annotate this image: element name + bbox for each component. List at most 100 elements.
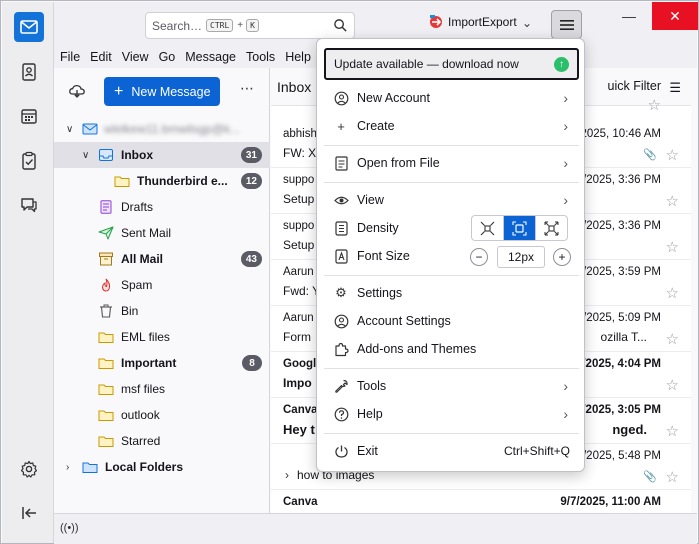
menu-help[interactable]: Help <box>285 50 311 64</box>
font-size-value[interactable]: 12px <box>497 246 545 268</box>
font-size-decrease-button[interactable]: − <box>470 248 488 266</box>
folder-bin[interactable]: Bin <box>54 298 270 324</box>
folder-thunderbird[interactable]: Thunderbird e... 12 <box>54 168 270 194</box>
menu-tools[interactable]: Tools › <box>317 372 586 400</box>
star-icon[interactable]: ☆ <box>666 330 679 348</box>
spam-icon <box>101 278 111 292</box>
key-plus: + <box>237 20 244 31</box>
tasks-space-button[interactable] <box>14 146 44 176</box>
folder-drafts[interactable]: Drafts <box>54 194 270 220</box>
gear-icon <box>20 460 38 478</box>
star-icon[interactable]: ☆ <box>666 146 679 164</box>
menu-edit[interactable]: Edit <box>90 50 112 64</box>
account-name: wlelkew11.bmwilsgp@k... <box>104 122 241 136</box>
importexport-icon <box>430 15 442 28</box>
get-messages-icon[interactable] <box>68 82 86 100</box>
folder-outlook[interactable]: outlook <box>54 402 270 428</box>
quick-filter-button[interactable]: uick Filter <box>608 79 661 93</box>
star-icon[interactable]: ☆ <box>666 192 679 210</box>
list-options-icon[interactable]: ☰ <box>669 80 681 96</box>
font-size-increase-button[interactable]: + <box>553 248 571 266</box>
menu-open-from-file[interactable]: Open from File › <box>317 149 586 177</box>
tasks-icon <box>22 151 36 170</box>
star-icon[interactable]: ☆ <box>666 376 679 394</box>
close-button[interactable]: ✕ <box>652 2 698 30</box>
new-account-icon <box>333 90 349 106</box>
menu-addons-themes[interactable]: Add-ons and Themes <box>317 335 586 363</box>
menu-file[interactable]: File <box>60 50 80 64</box>
chevron-right-icon: › <box>563 155 568 171</box>
menu-tools[interactable]: Tools <box>246 50 275 64</box>
new-message-button[interactable]: + New Message <box>104 77 220 106</box>
folder-label: Bin <box>121 304 139 318</box>
message-date: /2025, 3:36 PM <box>583 220 661 232</box>
star-icon[interactable]: ☆ <box>648 96 661 114</box>
density-compact-button[interactable] <box>472 216 504 240</box>
chevron-down-icon[interactable]: ∨ <box>82 150 94 161</box>
chat-space-button[interactable] <box>14 190 44 220</box>
app-menu-button[interactable] <box>551 10 582 39</box>
menu-message[interactable]: Message <box>185 50 236 64</box>
folder-starred[interactable]: Starred <box>54 428 270 454</box>
message-date: 5/2025, 5:48 PM <box>576 450 661 462</box>
menu-view[interactable]: View › <box>317 186 586 214</box>
message-sender: Aarun <box>283 312 314 324</box>
star-icon[interactable]: ☆ <box>666 284 679 302</box>
star-icon[interactable]: ☆ <box>666 238 679 256</box>
mail-space-button[interactable] <box>14 12 44 42</box>
folder-pane-header: + New Message ⋯ <box>54 68 270 112</box>
density-touch-icon <box>544 221 559 235</box>
message-date: /2025, 4:04 PM <box>582 358 661 370</box>
search-input[interactable]: Search… CTRL + K <box>145 12 355 39</box>
menu-help[interactable]: Help › <box>317 400 586 428</box>
folder-msf-files[interactable]: msf files <box>54 376 270 402</box>
density-normal-button[interactable] <box>504 216 536 240</box>
address-book-space-button[interactable] <box>14 57 44 87</box>
search-icon <box>334 19 347 32</box>
menu-label: Add-ons and Themes <box>357 342 477 356</box>
address-book-icon <box>22 63 36 81</box>
folder-important[interactable]: Important 8 <box>54 350 270 376</box>
menu-view[interactable]: View <box>122 50 149 64</box>
folder-spam[interactable]: Spam <box>54 272 270 298</box>
more-options-icon[interactable]: ⋯ <box>240 80 255 97</box>
chevron-right-icon[interactable]: › <box>285 468 297 482</box>
hamburger-icon <box>559 19 574 30</box>
unread-badge: 8 <box>242 355 262 371</box>
menu-label: Open from File <box>357 156 440 170</box>
account-row[interactable]: ∨ wlelkew11.bmwilsgp@k... <box>54 116 270 142</box>
chevron-down-icon[interactable]: ⌄ <box>522 16 532 30</box>
chevron-right-icon[interactable]: › <box>66 462 78 473</box>
sent-icon <box>98 226 114 240</box>
connection-status-icon[interactable]: ((•)) <box>60 522 79 534</box>
menu-settings[interactable]: ⚙ Settings <box>317 279 586 307</box>
calendar-space-button[interactable] <box>14 101 44 131</box>
collapse-left-icon <box>22 507 36 519</box>
mail-icon <box>20 20 38 34</box>
density-touch-button[interactable] <box>536 216 567 240</box>
star-icon[interactable]: ☆ <box>666 468 679 486</box>
collapse-spaces-button[interactable] <box>14 498 44 528</box>
menu-label: Account Settings <box>357 314 451 328</box>
update-arrow-icon: ↑ <box>554 57 569 72</box>
chevron-down-icon[interactable]: ∨ <box>66 124 78 135</box>
folder-inbox[interactable]: ∨ Inbox 31 <box>54 142 270 168</box>
menu-go[interactable]: Go <box>159 50 176 64</box>
menu-exit[interactable]: Exit Ctrl+Shift+Q <box>317 437 586 465</box>
menu-create[interactable]: + Create › <box>317 112 586 140</box>
message-subject-tail: ozilla T... <box>600 330 647 344</box>
folder-label: Drafts <box>121 200 154 214</box>
menu-account-settings[interactable]: Account Settings <box>317 307 586 335</box>
trash-icon <box>100 304 112 318</box>
update-available-banner[interactable]: Update available — download now ↑ <box>324 48 579 80</box>
menu-new-account[interactable]: New Account › <box>317 84 586 112</box>
local-folders-row[interactable]: › Local Folders <box>54 454 270 480</box>
eye-icon <box>333 192 349 208</box>
folder-sent[interactable]: Sent Mail <box>54 220 270 246</box>
minimize-button[interactable]: — <box>606 2 652 30</box>
folder-eml-files[interactable]: EML files <box>54 324 270 350</box>
folder-all-mail[interactable]: All Mail 43 <box>54 246 270 272</box>
star-icon[interactable]: ☆ <box>666 422 679 440</box>
importexport-addon-button[interactable]: ImportExport <box>428 14 517 30</box>
settings-space-button[interactable] <box>14 454 44 484</box>
